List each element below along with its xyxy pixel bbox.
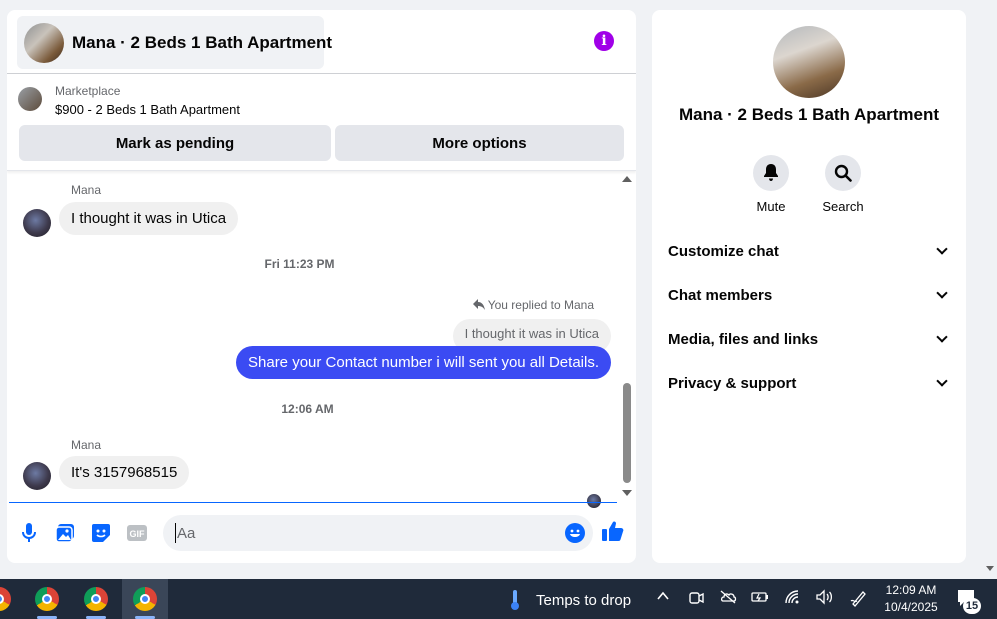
listing-title[interactable]: $900 - 2 Beds 1 Bath Apartment bbox=[55, 102, 240, 117]
info-icon[interactable]: i bbox=[594, 31, 614, 51]
scroll-down-arrow[interactable] bbox=[622, 490, 632, 496]
conversation-details-panel: Mana · 2 Beds 1 Bath Apartment Mute Sear… bbox=[652, 10, 966, 563]
details-title: Mana · 2 Beds 1 Bath Apartment bbox=[678, 105, 940, 124]
incoming-message[interactable]: It's 3157968515 bbox=[59, 456, 190, 489]
composer: GIF bbox=[7, 503, 636, 563]
timestamp-text: Fri 11:23 PM bbox=[264, 257, 335, 271]
onedrive-icon[interactable] bbox=[719, 589, 737, 609]
marketplace-label: Marketplace bbox=[55, 84, 121, 98]
incoming-message[interactable]: I thought it was in Utica bbox=[59, 202, 239, 235]
message-input[interactable] bbox=[175, 523, 555, 543]
notification-count-badge: 15 bbox=[963, 598, 981, 614]
media-files-links-section[interactable]: Media, files and links bbox=[668, 327, 950, 351]
chrome-icon bbox=[35, 587, 59, 611]
message-list[interactable]: Mana I thought it was in Utica Fri 11:23… bbox=[7, 172, 636, 508]
wifi-icon[interactable] bbox=[784, 589, 800, 609]
microphone-icon[interactable] bbox=[18, 522, 40, 544]
thumbs-up-icon[interactable] bbox=[602, 520, 624, 542]
listing-avatar bbox=[24, 22, 64, 63]
chrome-icon bbox=[84, 587, 108, 611]
chat-panel: Mana · 2 Beds 1 Bath Apartment i Marketp… bbox=[7, 10, 636, 563]
timestamp-text: 12:06 AM bbox=[281, 402, 334, 416]
message-scrollbar[interactable] bbox=[621, 172, 633, 502]
clock-date: 10/4/2025 bbox=[884, 600, 938, 614]
bell-icon[interactable] bbox=[753, 155, 789, 191]
volume-icon[interactable] bbox=[815, 589, 833, 609]
battery-icon[interactable] bbox=[751, 589, 769, 609]
chevron-up-icon[interactable] bbox=[656, 589, 670, 607]
taskbar-chrome-app[interactable] bbox=[0, 579, 22, 619]
section-label: Media, files and links bbox=[668, 330, 819, 348]
chat-members-section[interactable]: Chat members bbox=[668, 283, 950, 307]
scroll-thumb[interactable] bbox=[623, 383, 631, 483]
system-clock[interactable]: 12:09 AM 10/4/2025 bbox=[878, 582, 944, 616]
search-button[interactable]: Search bbox=[813, 155, 873, 214]
thermometer-icon bbox=[511, 590, 519, 610]
section-label: Customize chat bbox=[668, 242, 779, 260]
marketplace-banner: Marketplace $900 - 2 Beds 1 Bath Apartme… bbox=[7, 75, 636, 171]
notification-center-button[interactable]: 15 bbox=[956, 588, 981, 614]
search-label: Search bbox=[822, 199, 864, 214]
details-avatar[interactable] bbox=[773, 26, 845, 98]
emoji-icon[interactable] bbox=[565, 523, 585, 543]
taskbar-chrome-profile-2[interactable] bbox=[73, 579, 119, 619]
mute-button[interactable]: Mute bbox=[741, 155, 801, 214]
chat-header: Mana · 2 Beds 1 Bath Apartment i bbox=[7, 10, 636, 74]
chevron-down-icon bbox=[936, 375, 948, 387]
conversation-title: Mana · 2 Beds 1 Bath Apartment bbox=[72, 32, 333, 52]
reply-note-text: You replied to Mana bbox=[487, 298, 594, 312]
section-label: Privacy & support bbox=[668, 374, 797, 392]
message-timestamp: 12:06 AM bbox=[7, 402, 636, 416]
sender-avatar[interactable] bbox=[23, 209, 51, 237]
taskbar: Temps to drop 12:09 AM 10/4/2025 15 bbox=[0, 579, 997, 619]
svg-text:GIF: GIF bbox=[130, 529, 146, 539]
customize-chat-section[interactable]: Customize chat bbox=[668, 239, 950, 263]
message-sender: Mana bbox=[71, 438, 102, 452]
weather-text: Temps to drop bbox=[536, 591, 632, 609]
reply-icon bbox=[472, 299, 485, 310]
chevron-down-icon bbox=[936, 331, 948, 343]
taskbar-chrome-profile-1[interactable] bbox=[24, 579, 70, 619]
weather-widget[interactable]: Temps to drop bbox=[508, 589, 631, 611]
listing-thumbnail[interactable] bbox=[18, 87, 42, 111]
sender-avatar[interactable] bbox=[23, 462, 51, 490]
meet-now-icon[interactable] bbox=[688, 589, 704, 611]
more-options-button[interactable]: More options bbox=[335, 125, 624, 161]
message-input-container[interactable] bbox=[163, 515, 593, 551]
chevron-down-icon bbox=[936, 287, 948, 299]
search-icon[interactable] bbox=[825, 155, 861, 191]
section-label: Chat members bbox=[668, 286, 773, 304]
privacy-support-section[interactable]: Privacy & support bbox=[668, 371, 950, 395]
taskbar-chrome-profile-3[interactable] bbox=[122, 579, 168, 619]
message-timestamp: Fri 11:23 PM bbox=[7, 257, 636, 271]
page-scroll-down-arrow[interactable] bbox=[986, 566, 994, 571]
sticker-icon[interactable] bbox=[90, 522, 112, 544]
photo-icon[interactable] bbox=[54, 522, 76, 544]
clock-time: 12:09 AM bbox=[885, 583, 937, 597]
message-sender: Mana bbox=[71, 183, 102, 197]
gif-icon[interactable]: GIF bbox=[126, 522, 148, 544]
conversation-title-button[interactable]: Mana · 2 Beds 1 Bath Apartment bbox=[17, 16, 332, 69]
chrome-icon bbox=[0, 587, 11, 611]
mark-as-pending-button[interactable]: Mark as pending bbox=[19, 125, 331, 161]
mute-label: Mute bbox=[756, 199, 786, 214]
chevron-down-icon bbox=[936, 243, 948, 255]
scroll-up-arrow[interactable] bbox=[622, 176, 632, 182]
pen-icon[interactable] bbox=[850, 589, 868, 611]
chrome-icon bbox=[133, 587, 157, 611]
outgoing-message[interactable]: Share your Contact number i will sent yo… bbox=[236, 346, 611, 379]
reply-note: You replied to Mana bbox=[472, 298, 594, 312]
